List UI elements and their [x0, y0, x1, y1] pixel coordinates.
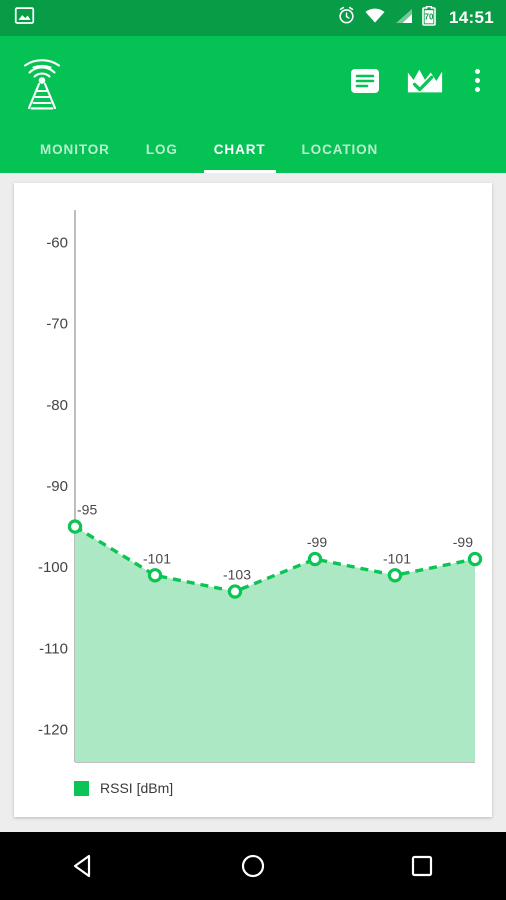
tab-chart[interactable]: CHART [196, 125, 284, 173]
status-bar: 70 14:51 [0, 0, 506, 36]
data-point-marker[interactable] [67, 519, 83, 534]
signal-icon [394, 8, 413, 29]
tab-monitor-label: MONITOR [40, 141, 110, 157]
y-axis-tick-label: -80 [46, 397, 68, 414]
home-button[interactable] [218, 832, 288, 900]
area-fill [75, 526, 475, 762]
chart-check-icon[interactable] [406, 62, 444, 100]
tab-log[interactable]: LOG [128, 125, 196, 173]
data-point-label: -99 [453, 534, 473, 550]
alarm-icon [337, 6, 356, 30]
tab-log-label: LOG [145, 141, 178, 157]
recents-button[interactable] [387, 832, 457, 900]
data-point-label: -101 [383, 550, 411, 566]
status-bar-system-icons: 70 14:51 [337, 5, 494, 31]
data-point-marker[interactable] [467, 551, 483, 567]
legend-label-rssi: RSSI [dBm] [100, 780, 174, 796]
overflow-menu-icon[interactable] [466, 62, 488, 100]
android-nav-bar [0, 832, 506, 900]
status-bar-notifications [14, 5, 35, 31]
data-point-label: -103 [223, 567, 251, 583]
tab-monitor[interactable]: MONITOR [22, 125, 128, 173]
chart-card: -60 -70 -80 -90 -100 -110 -120 -95 -101 -103 -99 -1… [14, 183, 492, 817]
y-axis-tick-label: -100 [38, 559, 68, 576]
y-axis-tick-label: -90 [46, 478, 68, 495]
data-point-label: -95 [77, 502, 97, 518]
y-axis-tick-label: -110 [39, 640, 68, 657]
tab-location-label: LOCATION [301, 141, 379, 157]
data-point-marker[interactable] [147, 568, 163, 583]
chart-legend: RSSI [dBm] [74, 780, 173, 796]
chart-canvas: -60 -70 -80 -90 -100 -110 -120 -95 -101 -103 -99 -1… [38, 210, 483, 763]
legend-swatch-rssi [74, 780, 89, 796]
y-axis-tick-label: -60 [46, 234, 68, 251]
y-axis-tick-label: -120 [38, 722, 68, 739]
battery-level-text: 70 [425, 12, 434, 21]
back-button[interactable] [49, 832, 119, 900]
data-point-marker[interactable] [387, 568, 403, 583]
content-area: -60 -70 -80 -90 -100 -110 -120 -95 -101 -103 -99 -1… [0, 173, 506, 832]
tab-bar: MONITOR LOG CHART LOCATION [0, 125, 506, 173]
app-bar [0, 36, 506, 125]
wifi-icon [365, 8, 385, 29]
status-bar-clock: 14:51 [449, 8, 494, 27]
image-icon [14, 5, 35, 31]
tab-chart-label: CHART [213, 141, 266, 157]
y-axis-tick-label: -70 [46, 316, 68, 333]
rssi-chart[interactable]: -60 -70 -80 -90 -100 -110 -120 -95 -101 -103 -99 -1… [14, 183, 492, 817]
battery-icon: 70 [422, 5, 436, 31]
app-bar-actions [346, 62, 492, 100]
cell-tower-icon [16, 50, 68, 112]
data-point-label: -99 [307, 534, 327, 550]
data-point-marker[interactable] [307, 551, 323, 567]
data-point-label: -101 [143, 550, 171, 566]
data-point-marker[interactable] [227, 584, 243, 599]
log-list-icon[interactable] [346, 62, 384, 100]
tab-location[interactable]: LOCATION [284, 125, 397, 173]
